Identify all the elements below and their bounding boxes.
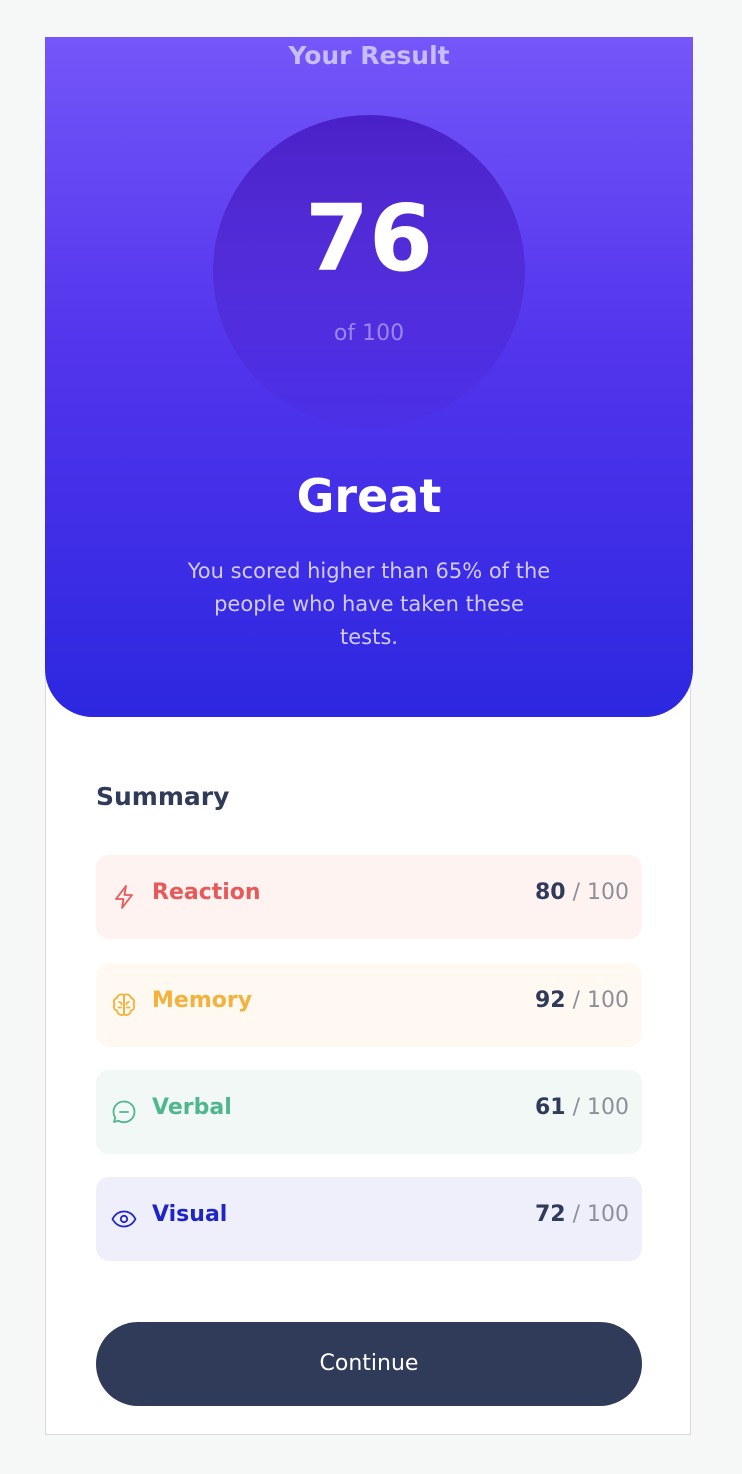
summary-item-score: 72 / 100 [535,1202,629,1227]
score-number: 72 [534,1202,566,1227]
score-number: 61 [534,1095,566,1120]
brain-icon [110,991,138,1019]
summary-item-score: 92 / 100 [535,988,629,1013]
summary-item-reaction: Reaction 80 / 100 [96,855,642,939]
result-panel: Your Result 76 of 100 Great You scored h… [45,37,693,717]
summary-item-verbal: Verbal 61 / 100 [96,1070,642,1154]
summary-item-score: 61 / 100 [535,1095,629,1120]
result-title: Your Result [288,41,450,70]
summary-item-memory: Memory 92 / 100 [96,963,642,1047]
summary-item-label: Memory [152,988,253,1013]
summary-item-visual: Visual 72 / 100 [96,1177,642,1261]
rating-label: Great [296,469,442,523]
summary-item-label: Verbal [152,1095,232,1120]
summary-title: Summary [96,782,230,811]
summary-item-score: 80 / 100 [535,880,629,905]
result-description: You scored higher than 65% of the people… [187,559,551,649]
score-max: / 100 [572,1202,629,1227]
results-card: Your Result 76 of 100 Great You scored h… [45,37,693,1435]
eye-icon [110,1205,138,1233]
score-max: / 100 [572,988,629,1013]
summary-item-label: Reaction [152,880,261,905]
continue-button[interactable]: Continue [96,1322,642,1406]
chat-bubble-icon [110,1098,138,1126]
lightning-icon [110,883,138,911]
score-max: / 100 [572,880,629,905]
score-number: 92 [534,988,566,1013]
summary-item-label: Visual [152,1202,228,1227]
score-value: 76 [304,185,434,292]
score-number: 80 [534,880,566,905]
score-max: / 100 [572,1095,629,1120]
score-circle: 76 of 100 [213,115,525,427]
score-max: of 100 [333,321,405,346]
